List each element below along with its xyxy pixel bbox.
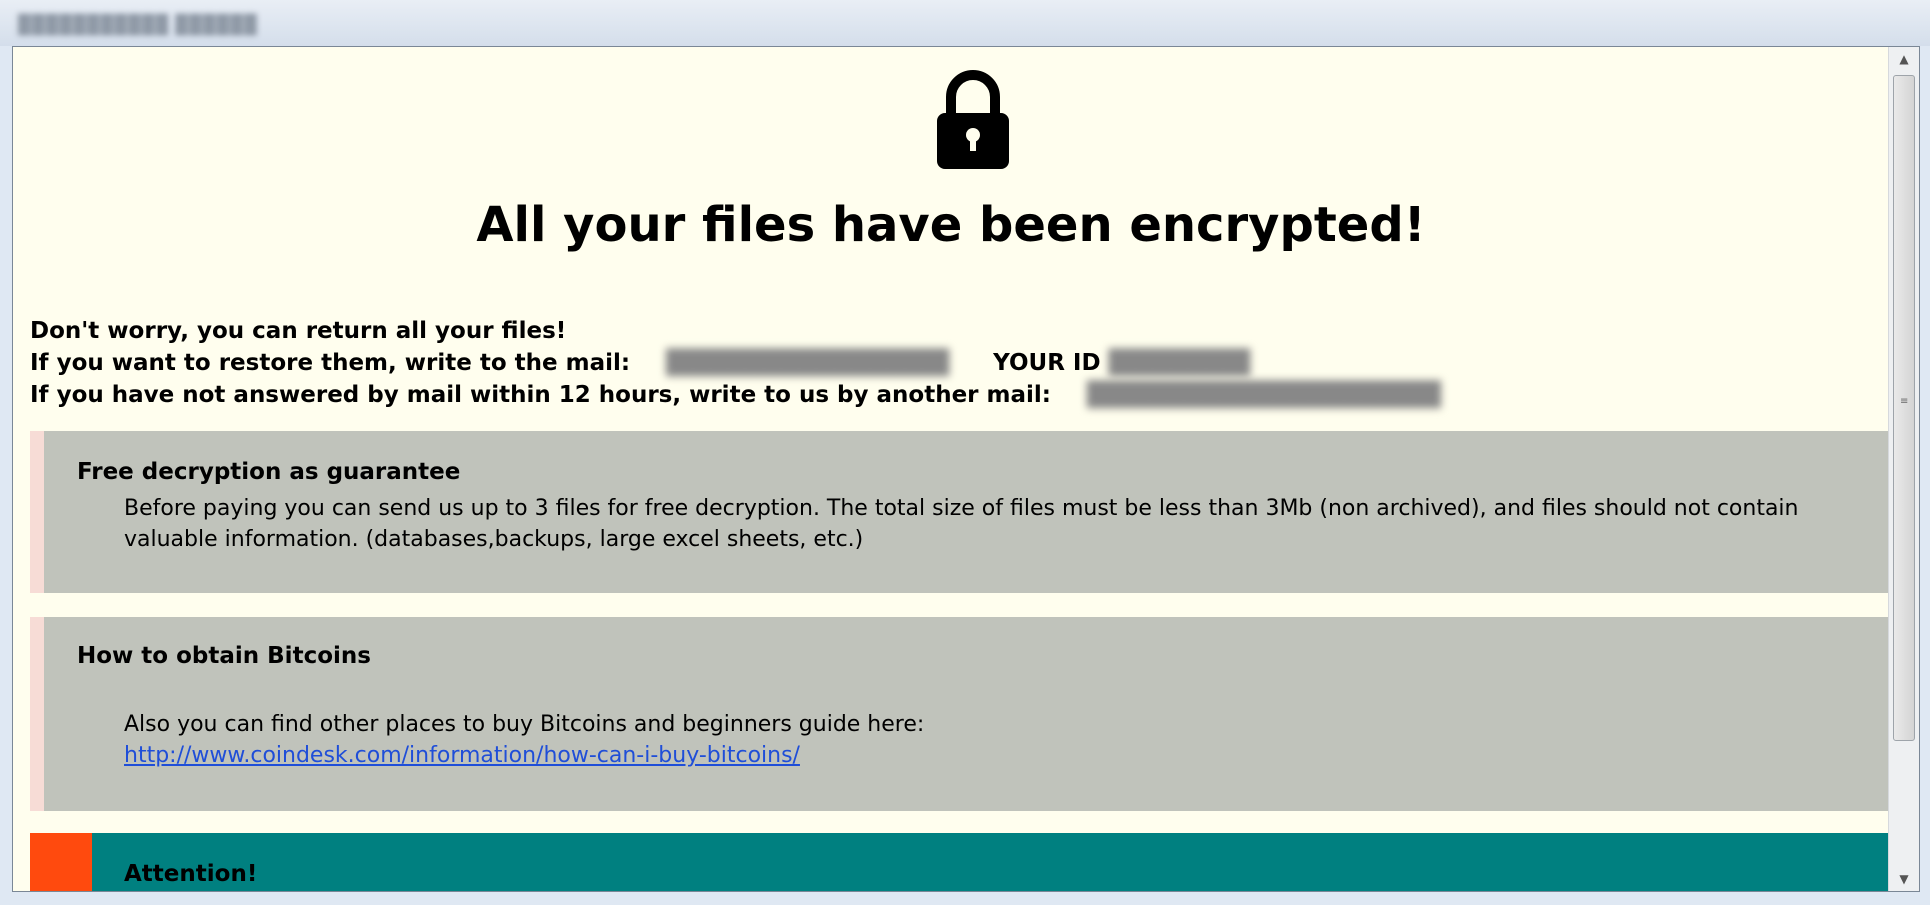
attention-accent-bar [30, 833, 92, 891]
free-decryption-panel: Free decryption as guarantee Before payi… [30, 431, 1889, 593]
window-titlebar[interactable]: ███████████ ██████ [0, 0, 1930, 46]
your-id-value: ████████ [1108, 347, 1251, 379]
window-title: ███████████ ██████ [18, 14, 258, 34]
panel-text: Also you can find other places to buy Bi… [124, 709, 1844, 771]
panel-title: Free decryption as guarantee [77, 459, 461, 485]
primary-mail-line: If you want to restore them, write to th… [30, 347, 1441, 379]
secondary-mail-line: If you have not answered by mail within … [30, 379, 1441, 411]
attention-title: Attention! [124, 861, 258, 887]
panel-accent-bar [30, 431, 44, 593]
padlock-icon [937, 70, 1009, 169]
scroll-up-arrow-icon[interactable]: ▲ [1889, 47, 1919, 71]
bitcoin-guide-text: Also you can find other places to buy Bi… [124, 712, 925, 737]
coindesk-link[interactable]: http://www.coindesk.com/information/how-… [124, 740, 1844, 771]
vertical-scrollbar[interactable]: ▲ ≡ ▼ [1888, 47, 1919, 891]
page-title: All your files have been encrypted! [476, 197, 1426, 253]
bitcoin-panel: How to obtain Bitcoins Also you can find… [30, 617, 1889, 811]
scroll-thumb[interactable]: ≡ [1893, 75, 1915, 741]
contact-info: Don't worry, you can return all your fil… [30, 315, 1441, 411]
attention-panel: Attention! [30, 833, 1889, 891]
primary-mail-label: If you want to restore them, write to th… [30, 350, 631, 376]
panel-text: Before paying you can send us up to 3 fi… [124, 496, 1799, 552]
browser-window: All your files have been encrypted! Don'… [12, 46, 1920, 892]
scroll-down-arrow-icon[interactable]: ▼ [1889, 867, 1919, 891]
panel-accent-bar [30, 617, 44, 811]
secondary-mail-label: If you have not answered by mail within … [30, 382, 1051, 408]
ransom-note-page: All your files have been encrypted! Don'… [13, 47, 1889, 891]
reassurance-text: Don't worry, you can return all your fil… [30, 318, 567, 344]
your-id-label: YOUR ID [993, 350, 1101, 376]
reassurance-line: Don't worry, you can return all your fil… [30, 315, 1441, 347]
secondary-email[interactable]: ████████████████████ [1087, 379, 1441, 411]
grip-icon: ≡ [1900, 396, 1909, 407]
primary-email[interactable]: ████████████████ [666, 347, 950, 379]
panel-title: How to obtain Bitcoins [77, 643, 371, 669]
